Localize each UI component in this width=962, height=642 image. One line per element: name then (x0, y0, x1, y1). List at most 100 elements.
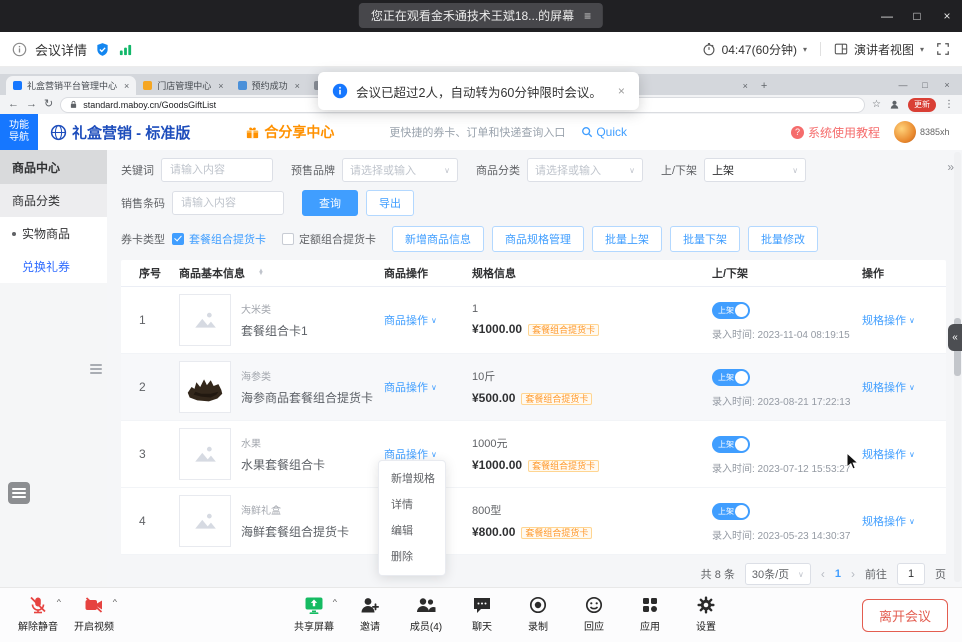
browser-menu-icon[interactable]: ⋮ (944, 99, 954, 110)
app-logo[interactable]: 礼盒营销 - 标准版 (50, 122, 190, 143)
product-action-link[interactable]: 商品操作∨ (384, 379, 437, 395)
start-video-button[interactable]: 开启视频 ^ (66, 593, 122, 633)
dropdown-item-edit[interactable]: 编辑 (379, 518, 445, 544)
batch-onshelf-button[interactable]: 批量上架 (592, 226, 662, 252)
sort-icon[interactable]: ▲▼ (258, 270, 264, 277)
meeting-notice-banner: 会议已超过2人，自动转为60分钟限时会议。 × (318, 72, 639, 110)
fullscreen-icon[interactable] (936, 42, 950, 56)
share-center-link[interactable]: 合分享中心 (245, 122, 334, 142)
maximize-button[interactable]: □ (902, 0, 932, 32)
refresh-icon[interactable]: ↻ (44, 99, 53, 110)
bookmark-star-icon[interactable]: ☆ (872, 99, 881, 110)
current-page[interactable]: 1 (835, 568, 841, 580)
dropdown-item-delete[interactable]: 删除 (379, 544, 445, 570)
keyword-input[interactable] (161, 158, 273, 182)
floating-panel-toggle[interactable] (8, 482, 30, 504)
spec-action-link[interactable]: 规格操作∨ (862, 379, 915, 395)
barcode-input[interactable] (172, 191, 284, 215)
invite-button[interactable]: 邀请 (342, 593, 398, 633)
spec-action-link[interactable]: 规格操作∨ (862, 446, 915, 462)
share-screen-button[interactable]: 共享屏幕 ^ (286, 593, 342, 633)
shelf-toggle[interactable]: 上架 (712, 369, 750, 386)
export-button[interactable]: 导出 (366, 190, 414, 216)
members-button[interactable]: 成员(4) (398, 593, 454, 633)
next-page-button[interactable]: › (851, 567, 855, 581)
new-tab-button[interactable]: + (761, 80, 767, 92)
card-type-tag: 套餐组合提货卡 (521, 393, 592, 405)
meeting-timer[interactable]: 04:47(60分钟) (722, 41, 797, 58)
category-select[interactable]: 请选择或输入 ∨ (527, 158, 643, 182)
tab-close-icon[interactable]: × (295, 81, 300, 91)
add-product-button[interactable]: 新增商品信息 (392, 226, 484, 252)
apps-button[interactable]: 应用 (622, 593, 678, 633)
function-nav-button[interactable]: 功能导航 (0, 114, 38, 150)
record-button[interactable]: 录制 (510, 593, 566, 633)
chevron-up-icon[interactable]: ^ (113, 598, 117, 606)
chevron-down-icon: ∨ (909, 383, 915, 392)
title-menu-icon[interactable]: ≡ (584, 9, 591, 23)
leave-meeting-button[interactable]: 离开会议 (862, 599, 948, 632)
forward-icon[interactable]: → (26, 99, 37, 110)
page-size-select[interactable]: 30条/页 ∨ (745, 563, 811, 585)
product-action-link[interactable]: 商品操作∨ (384, 312, 437, 328)
browser-tab-1[interactable]: 礼盒营销平台管理中心 × (6, 76, 136, 95)
unmute-button[interactable]: 解除静音 ^ (10, 593, 66, 633)
browser-maximize-button[interactable]: □ (914, 80, 936, 90)
browser-minimize-button[interactable]: — (892, 80, 914, 90)
dropdown-item-details[interactable]: 详情 (379, 492, 445, 518)
back-icon[interactable]: ← (8, 99, 19, 110)
sidebar-collapse-icon[interactable] (90, 362, 102, 376)
user-avatar[interactable] (894, 121, 916, 143)
batch-offshelf-button[interactable]: 批量下架 (670, 226, 740, 252)
checkbox-fixed-card-label[interactable]: 定额组合提货卡 (299, 231, 376, 247)
tutorial-link[interactable]: ? 系统使用教程 (791, 124, 880, 141)
chevron-down-icon[interactable]: ▾ (920, 45, 924, 54)
chevron-up-icon[interactable]: ^ (57, 598, 61, 606)
quick-search-link[interactable]: Quick (581, 125, 627, 139)
card-type-label: 券卡类型 (121, 231, 165, 247)
shelf-select[interactable]: 上架 ∨ (704, 158, 806, 182)
browser-close-button[interactable]: × (936, 80, 958, 90)
batch-edit-button[interactable]: 批量修改 (748, 226, 818, 252)
spec-manage-button[interactable]: 商品规格管理 (492, 226, 584, 252)
dropdown-item-add-spec[interactable]: 新增规格 (379, 466, 445, 492)
keyword-label: 关键词 (121, 162, 154, 178)
panel-collapse-icon[interactable]: » (947, 160, 954, 174)
shelf-toggle[interactable]: 上架 (712, 503, 750, 520)
sidebar-item-category[interactable]: 商品分类 (0, 184, 107, 217)
browser-update-badge[interactable]: 更新 (908, 98, 936, 112)
chat-button[interactable]: 聊天 (454, 593, 510, 633)
checkbox-combo-card-label[interactable]: 套餐组合提货卡 (189, 231, 266, 247)
prev-page-button[interactable]: ‹ (821, 567, 825, 581)
spec-action-link[interactable]: 规格操作∨ (862, 513, 915, 529)
filter-row-1: 关键词 预售品牌 请选择或输入 ∨ 商品分类 请选择或输入 ∨ 上/下架 上架 (121, 158, 946, 182)
tab-close-icon[interactable]: × (743, 81, 748, 91)
tab-close-icon[interactable]: × (124, 81, 129, 91)
checkbox-unchecked-icon[interactable] (282, 233, 294, 245)
meeting-details-link[interactable]: 会议详情 (35, 40, 87, 59)
sidebar-item-gift-voucher[interactable]: 兑换礼券 (0, 250, 107, 283)
chevron-up-icon[interactable]: ^ (333, 598, 337, 606)
react-button[interactable]: 回应 (566, 593, 622, 633)
browser-tab-2[interactable]: 门店管理中心 × (136, 76, 230, 95)
sidebar-item-physical-goods[interactable]: 实物商品 (0, 217, 107, 250)
shield-check-icon[interactable] (95, 42, 110, 57)
browser-tab-3[interactable]: 预约成功 × (231, 76, 307, 95)
shelf-toggle[interactable]: 上架 (712, 302, 750, 319)
banner-close-icon[interactable]: × (618, 84, 625, 98)
checkbox-checked-icon[interactable] (172, 233, 184, 245)
tab-close-icon[interactable]: × (218, 81, 223, 91)
product-image-placeholder (179, 294, 231, 346)
minimize-button[interactable]: — (872, 0, 902, 32)
goto-page-input[interactable] (897, 563, 925, 585)
spec-action-link[interactable]: 规格操作∨ (862, 312, 915, 328)
shelf-toggle[interactable]: 上架 (712, 436, 750, 453)
collapse-handle-icon[interactable]: « (948, 324, 962, 351)
settings-button[interactable]: 设置 (678, 593, 734, 633)
chevron-down-icon[interactable]: ▾ (803, 45, 807, 54)
view-mode-selector[interactable]: 演讲者视图 (854, 41, 914, 58)
close-button[interactable]: × (932, 0, 962, 32)
profile-icon[interactable] (889, 99, 900, 110)
brand-select[interactable]: 请选择或输入 ∨ (342, 158, 458, 182)
search-button[interactable]: 查询 (302, 190, 358, 216)
